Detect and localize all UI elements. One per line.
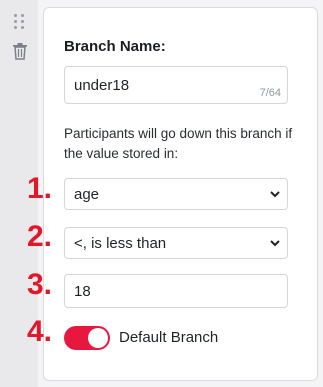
operator-select[interactable]: <, is less than: [64, 227, 288, 259]
default-branch-toggle[interactable]: [64, 326, 110, 350]
branch-name-input[interactable]: [74, 77, 244, 94]
step-label-4: 4.: [27, 315, 53, 348]
branch-card: Branch Name: 7/64 Participants will go d…: [43, 7, 318, 381]
help-text: Participants will go down this branch if…: [64, 126, 293, 161]
value-field[interactable]: [64, 274, 288, 308]
default-branch-label: Default Branch: [119, 329, 219, 346]
toggle-knob: [88, 328, 108, 348]
branch-name-field[interactable]: 7/64: [64, 66, 288, 104]
step-label-1: 1.: [27, 172, 53, 205]
variable-select-value: age: [74, 186, 100, 203]
step-label-2: 2.: [27, 220, 53, 253]
branch-name-title: Branch Name:: [64, 38, 166, 55]
chevron-down-icon: [270, 191, 280, 198]
variable-select[interactable]: age: [64, 178, 288, 210]
operator-select-value: <, is less than: [74, 235, 167, 252]
drag-handle-icon[interactable]: [14, 14, 26, 30]
trash-icon[interactable]: [12, 42, 28, 60]
value-input[interactable]: [74, 283, 254, 300]
char-counter: 7/64: [259, 87, 281, 99]
branch-panel: Branch Name: 7/64 Participants will go d…: [38, 0, 323, 387]
step-label-3: 3.: [27, 268, 53, 301]
chevron-down-icon: [270, 240, 280, 247]
